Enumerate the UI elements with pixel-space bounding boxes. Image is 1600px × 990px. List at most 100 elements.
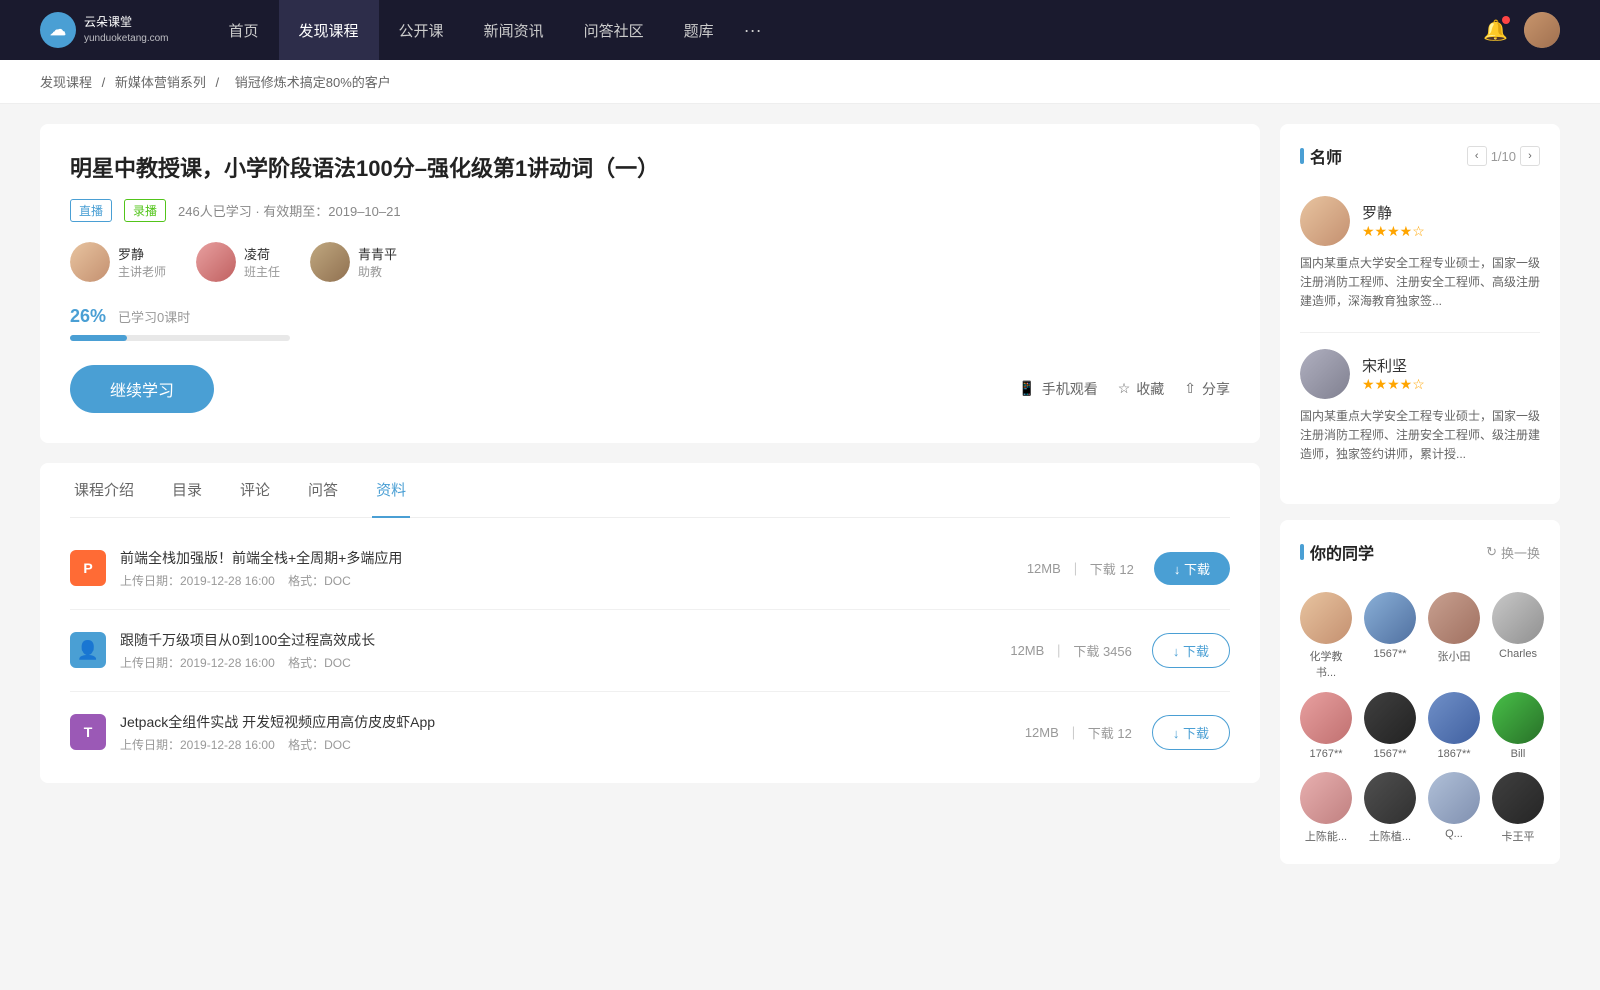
sidebar-teacher-1-info: 罗静 ★★★★☆	[1362, 202, 1425, 240]
resource-info-3: Jetpack全组件实战 开发短视频应用高仿皮皮虾App 上传日期：2019-1…	[120, 712, 1025, 753]
nav-qa[interactable]: 问答社区	[564, 0, 664, 60]
sidebar-teacher-2-name: 宋利坚	[1362, 355, 1425, 376]
student-2-avatar	[1364, 592, 1416, 644]
student-2[interactable]: 1567**	[1364, 592, 1416, 680]
student-12[interactable]: 卡王平	[1492, 772, 1544, 844]
teacher-pagination: ‹ 1/10 ›	[1467, 146, 1540, 166]
next-teacher-btn[interactable]: ›	[1520, 146, 1540, 166]
sidebar-teacher-1-avatar	[1300, 196, 1350, 246]
resource-meta-3: 上传日期：2019-12-28 16:00 格式：DOC	[120, 736, 1025, 753]
teacher-3-name: 青青平	[358, 244, 397, 263]
student-10[interactable]: 土陈植...	[1364, 772, 1416, 844]
progress-bar-fill	[70, 335, 127, 341]
students-grid: 化学教书... 1567** 张小田	[1300, 592, 1540, 844]
teacher-2-role: 班主任	[244, 263, 280, 280]
student-11-avatar	[1428, 772, 1480, 824]
resource-stats-1: 12MB ｜ 下载 12	[1027, 559, 1134, 578]
student-9-avatar	[1300, 772, 1352, 824]
teacher-1-avatar	[70, 242, 110, 282]
progress-bar-bg	[70, 335, 290, 341]
nav-more[interactable]: ···	[734, 20, 772, 41]
nav-open-course[interactable]: 公开课	[379, 0, 464, 60]
resource-downloads-3: 下载 12	[1088, 723, 1132, 742]
refresh-icon: ↻	[1486, 544, 1497, 560]
teacher-3-info: 青青平 助教	[358, 244, 397, 280]
course-title: 明星中教授课，小学阶段语法100分–强化级第1讲动词（一）	[70, 154, 1230, 185]
progress-header: 26% 已学习0课时	[70, 306, 1230, 327]
student-11-name: Q...	[1445, 828, 1463, 840]
teacher-page-num: 1/10	[1491, 149, 1516, 164]
student-1[interactable]: 化学教书...	[1300, 592, 1352, 680]
tab-intro[interactable]: 课程介绍	[70, 463, 138, 518]
resource-title-2: 跟随千万级项目从0到100全过程高效成长	[120, 630, 1010, 650]
resource-item-3: T Jetpack全组件实战 开发短视频应用高仿皮皮虾App 上传日期：2019…	[70, 692, 1230, 773]
student-8-avatar	[1492, 692, 1544, 744]
refresh-label: 换一换	[1501, 543, 1540, 562]
student-8[interactable]: Bill	[1492, 692, 1544, 760]
student-2-name: 1567**	[1373, 648, 1406, 660]
resource-downloads-2: 下载 3456	[1073, 641, 1132, 660]
nav-news[interactable]: 新闻资讯	[464, 0, 564, 60]
student-5[interactable]: 1767**	[1300, 692, 1352, 760]
nav-home[interactable]: 首页	[209, 0, 279, 60]
prev-teacher-btn[interactable]: ‹	[1467, 146, 1487, 166]
action-buttons: 📱 手机观看 ☆ 收藏 ⇧ 分享	[1018, 379, 1230, 399]
progress-label: 已学习0课时	[118, 307, 190, 326]
student-7-name: 1867**	[1437, 748, 1470, 760]
tab-qa[interactable]: 问答	[304, 463, 342, 518]
student-4-name: Charles	[1499, 648, 1537, 660]
resource-sep-3: ｜	[1067, 723, 1080, 742]
student-10-avatar	[1364, 772, 1416, 824]
tab-catalog[interactable]: 目录	[168, 463, 206, 518]
student-6[interactable]: 1567**	[1364, 692, 1416, 760]
main-container: 明星中教授课，小学阶段语法100分–强化级第1讲动词（一） 直播 录播 246人…	[0, 104, 1600, 900]
tab-review[interactable]: 评论	[236, 463, 274, 518]
student-3-avatar	[1428, 592, 1480, 644]
nav-discover[interactable]: 发现课程	[279, 0, 379, 60]
sidebar-teacher-2-stars: ★★★★☆	[1362, 376, 1425, 393]
teacher-3: 青青平 助教	[310, 242, 397, 282]
teachers-list: 罗静 主讲老师 凌荷 班主任	[70, 242, 1230, 282]
user-avatar[interactable]	[1524, 12, 1560, 48]
student-10-name: 土陈植...	[1369, 828, 1411, 844]
student-3[interactable]: 张小田	[1428, 592, 1480, 680]
student-5-name: 1767**	[1309, 748, 1342, 760]
continue-study-button[interactable]: 继续学习	[70, 365, 214, 413]
course-meta: 直播 录播 246人已学习 · 有效期至：2019–10–21	[70, 199, 1230, 222]
content-area: 明星中教授课，小学阶段语法100分–强化级第1讲动词（一） 直播 录播 246人…	[40, 124, 1260, 880]
refresh-classmates-btn[interactable]: ↻ 换一换	[1486, 543, 1540, 562]
tab-resource[interactable]: 资料	[372, 463, 410, 518]
student-3-name: 张小田	[1438, 648, 1471, 664]
nav-quiz[interactable]: 题库	[664, 0, 734, 60]
teacher-2-info: 凌荷 班主任	[244, 244, 280, 280]
share-button[interactable]: ⇧ 分享	[1184, 379, 1230, 399]
notification-bell[interactable]: 🔔	[1483, 18, 1508, 43]
teacher-1-name: 罗静	[118, 244, 166, 263]
student-7[interactable]: 1867**	[1428, 692, 1480, 760]
sidebar-teacher-1-header: 罗静 ★★★★☆	[1300, 196, 1540, 246]
sidebar-teacher-2-header: 宋利坚 ★★★★☆	[1300, 349, 1540, 399]
sidebar-teacher-2-avatar	[1300, 349, 1350, 399]
student-4[interactable]: Charles	[1492, 592, 1544, 680]
breadcrumb-sep1: /	[102, 75, 109, 90]
student-11[interactable]: Q...	[1428, 772, 1480, 844]
sidebar: 名师 ‹ 1/10 › 罗静 ★★★★☆ 国内	[1280, 124, 1560, 880]
breadcrumb-sep2: /	[216, 75, 223, 90]
classmates-title: 你的同学 ↻ 换一换	[1300, 540, 1540, 576]
course-meta-text: 246人已学习 · 有效期至：2019–10–21	[178, 201, 401, 220]
share-icon: ⇧	[1184, 380, 1196, 397]
student-9[interactable]: 上陈能...	[1300, 772, 1352, 844]
teacher-3-avatar	[310, 242, 350, 282]
download-button-2[interactable]: ↓ 下载	[1152, 633, 1230, 668]
breadcrumb-series[interactable]: 新媒体营销系列	[115, 75, 206, 90]
download-button-1[interactable]: ↓ 下载	[1154, 552, 1230, 585]
download-button-3[interactable]: ↓ 下载	[1152, 715, 1230, 750]
logo-icon: ☁	[40, 12, 76, 48]
logo[interactable]: ☁ 云朵课堂yunduoketang.com	[40, 12, 169, 48]
resource-icon-1: P	[70, 550, 106, 586]
collect-button[interactable]: ☆ 收藏	[1118, 379, 1165, 399]
breadcrumb-discover[interactable]: 发现课程	[40, 75, 92, 90]
mobile-view-button[interactable]: 📱 手机观看	[1018, 379, 1097, 399]
resource-title-3: Jetpack全组件实战 开发短视频应用高仿皮皮虾App	[120, 712, 1025, 732]
tabs: 课程介绍 目录 评论 问答 资料	[70, 463, 1230, 518]
